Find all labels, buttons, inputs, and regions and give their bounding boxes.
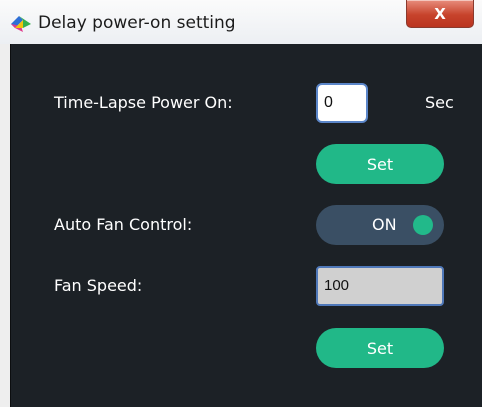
fan-speed-input[interactable]: 100 <box>316 266 444 306</box>
auto-fan-toggle[interactable]: ON <box>316 205 444 245</box>
time-lapse-set-button[interactable]: Set <box>316 144 444 184</box>
window-title: Delay power-on setting <box>38 13 236 33</box>
time-lapse-input[interactable]: 0 <box>316 83 368 123</box>
app-logo-icon <box>11 16 31 32</box>
toggle-knob <box>413 215 433 235</box>
fan-speed-set-button[interactable]: Set <box>316 328 444 368</box>
close-button[interactable]: X <box>406 0 474 28</box>
fan-speed-label: Fan Speed: <box>54 276 143 295</box>
time-lapse-unit: Sec <box>425 93 454 112</box>
auto-fan-state: ON <box>372 215 397 234</box>
settings-panel: Time-Lapse Power On: 0 Sec Set Auto Fan … <box>10 44 482 407</box>
auto-fan-label: Auto Fan Control: <box>54 215 193 234</box>
time-lapse-label: Time-Lapse Power On: <box>54 93 233 112</box>
delay-power-on-dialog: Delay power-on setting X Time-Lapse Powe… <box>0 0 482 407</box>
title-bar: Delay power-on setting X <box>0 0 482 44</box>
close-icon: X <box>434 4 446 23</box>
